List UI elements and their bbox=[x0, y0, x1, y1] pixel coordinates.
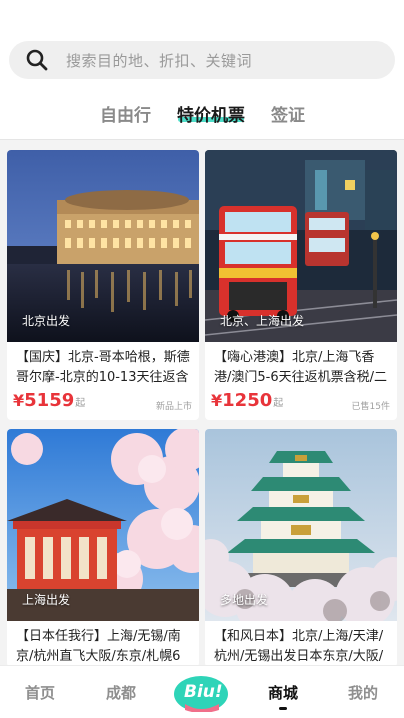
product-image: 多地出发 bbox=[205, 429, 397, 621]
departure-label: 多地出发 bbox=[220, 593, 269, 607]
nav-home[interactable]: 首页 bbox=[25, 682, 55, 703]
category-tabs: 自由行 特价机票 签证 bbox=[0, 101, 404, 126]
product-card[interactable]: 多地出发 【和风日本】北京/上海/天津/杭州/无锡出发日本东京/大阪/冲… bbox=[205, 429, 397, 667]
nav-active-indicator bbox=[279, 707, 287, 710]
nav-mall[interactable]: 商城 bbox=[268, 682, 298, 703]
nav-city[interactable]: 成都 bbox=[106, 682, 136, 703]
tab-flight-deals[interactable]: 特价机票 bbox=[177, 101, 245, 126]
price-suffix: 起 bbox=[273, 398, 284, 409]
price: ¥5159起 bbox=[13, 390, 85, 411]
departure-label: 上海出发 bbox=[22, 593, 71, 607]
product-card[interactable]: 北京、上海出发 【嗨心港澳】北京/上海飞香港/澳门5-6天往返机票含税/二次… … bbox=[205, 150, 397, 420]
product-image: 北京、上海出发 bbox=[205, 150, 397, 342]
departure-label: 北京出发 bbox=[22, 314, 71, 328]
product-card[interactable]: 上海出发 【日本任我行】上海/无锡/南京/杭州直飞大阪/东京/札幌6天往… bbox=[7, 429, 199, 667]
nav-profile[interactable]: 我的 bbox=[348, 682, 378, 703]
price: ¥1250起 bbox=[211, 390, 283, 411]
departure-label: 北京、上海出发 bbox=[220, 314, 305, 328]
price-row: ¥1250起 已售15件 bbox=[205, 388, 397, 420]
product-image: 北京出发 bbox=[7, 150, 199, 342]
bottom-nav: 首页 成都 Biu! 商城 我的 bbox=[0, 665, 404, 718]
product-title: 【日本任我行】上海/无锡/南京/杭州直飞大阪/东京/札幌6天往… bbox=[16, 629, 181, 664]
price-suffix: 起 bbox=[75, 398, 86, 409]
tab-free-travel[interactable]: 自由行 bbox=[100, 101, 151, 126]
biu-label: Biu! bbox=[184, 682, 223, 702]
nav-biu-button[interactable]: Biu! bbox=[173, 674, 229, 713]
price-value: 5159 bbox=[24, 390, 75, 411]
product-meta: 已售15件 bbox=[351, 402, 390, 412]
product-image: 上海出发 bbox=[7, 429, 199, 621]
tab-visa[interactable]: 签证 bbox=[271, 101, 305, 126]
product-title: 【和风日本】北京/上海/天津/杭州/无锡出发日本东京/大阪/冲… bbox=[214, 629, 384, 664]
product-meta: 新品上市 bbox=[155, 402, 192, 412]
currency-symbol: ¥ bbox=[13, 391, 25, 410]
search-icon bbox=[26, 49, 48, 71]
product-title: 【国庆】北京-哥本哈根，斯德哥尔摩-北京的10-13天往返含税… bbox=[16, 350, 190, 385]
currency-symbol: ¥ bbox=[211, 391, 223, 410]
search-input[interactable]: 搜索目的地、折扣、关键词 bbox=[66, 50, 252, 71]
price-value: 1250 bbox=[222, 390, 273, 411]
product-title: 【嗨心港澳】北京/上海飞香港/澳门5-6天往返机票含税/二次… bbox=[214, 350, 387, 385]
header-area: 搜索目的地、折扣、关键词 自由行 特价机票 签证 bbox=[0, 0, 404, 140]
header-divider bbox=[0, 139, 404, 140]
search-bar[interactable]: 搜索目的地、折扣、关键词 bbox=[9, 41, 395, 79]
product-card[interactable]: 北京出发 【国庆】北京-哥本哈根，斯德哥尔摩-北京的10-13天往返含税… ¥5… bbox=[7, 150, 199, 420]
price-row: ¥5159起 新品上市 bbox=[7, 388, 199, 420]
